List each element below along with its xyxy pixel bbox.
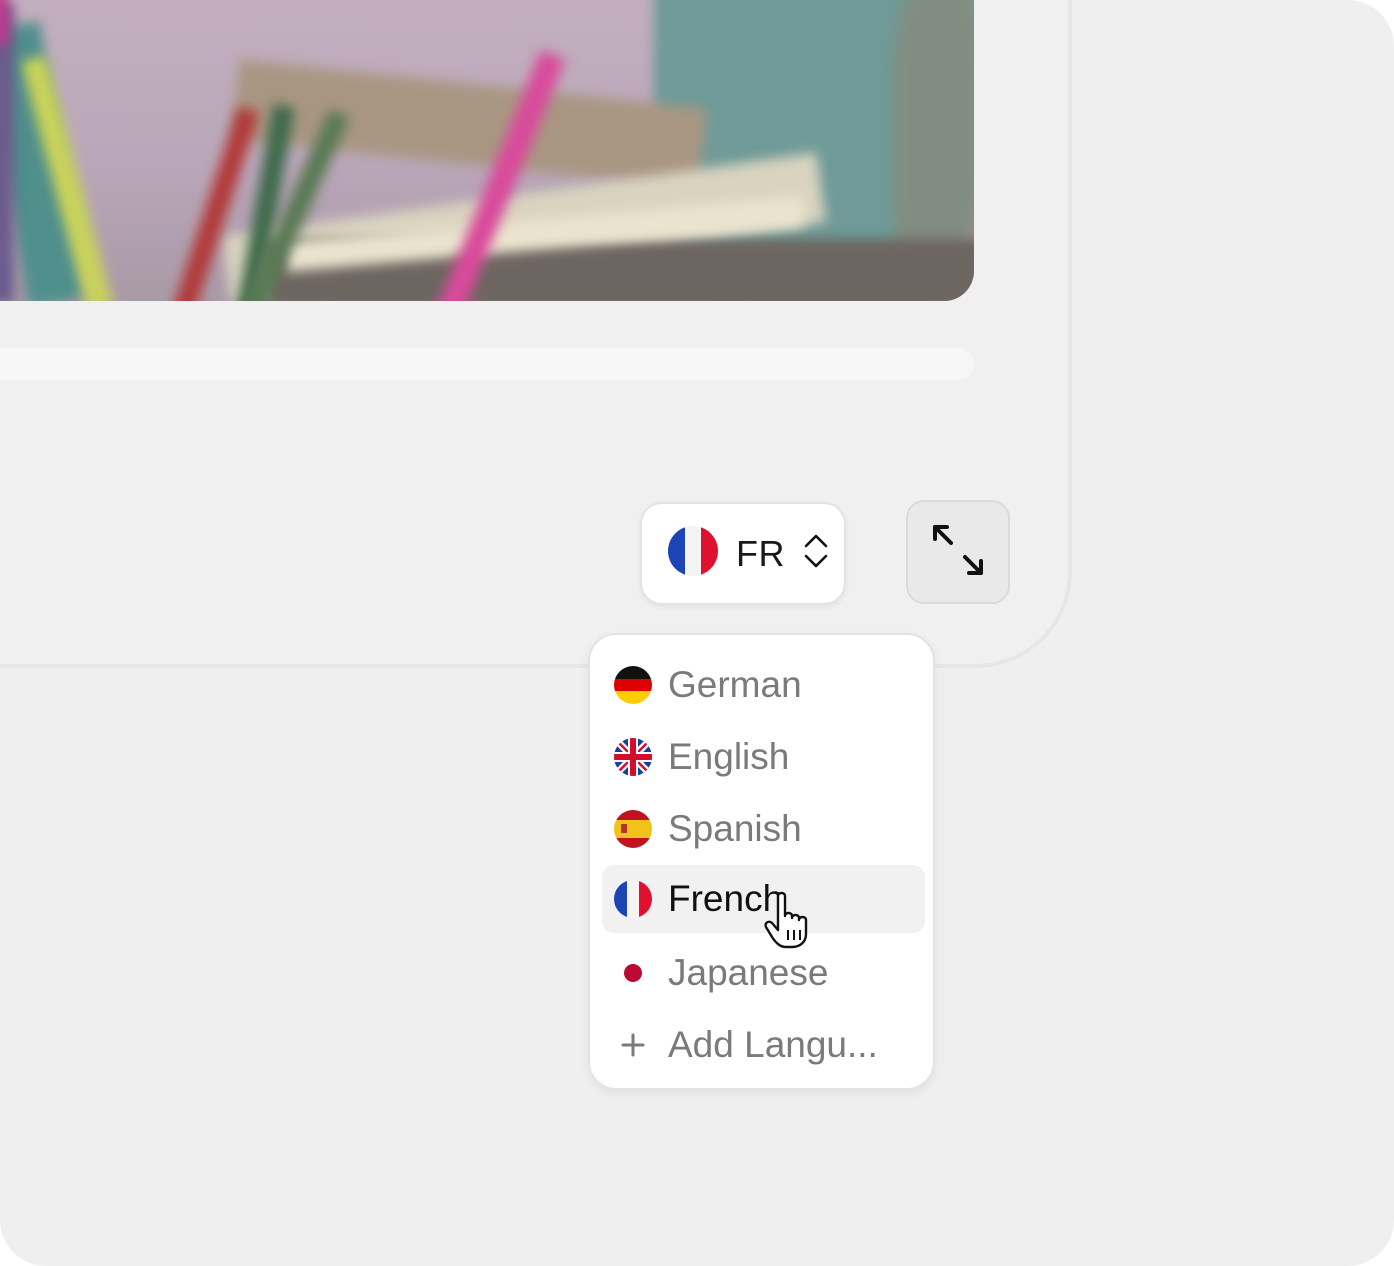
menu-item-english[interactable]: English	[602, 723, 925, 791]
menu-item-label: German	[668, 664, 802, 705]
menu-item-german[interactable]: German	[602, 651, 925, 719]
menu-item-spanish[interactable]: Spanish	[602, 795, 925, 863]
flag-germany-icon	[614, 666, 652, 704]
add-language-item[interactable]: Add Langu...	[602, 1011, 925, 1079]
flag-japan-icon	[614, 954, 652, 992]
flag-france-icon	[614, 880, 652, 918]
language-select-button[interactable]: FR	[640, 502, 846, 605]
app-canvas: FR German English Spanish French Japanes…	[0, 0, 1394, 1266]
menu-item-label: Japanese	[668, 952, 829, 993]
language-dropdown-menu: German English Spanish French Japanese A…	[588, 633, 935, 1090]
video-thumbnail[interactable]	[0, 0, 974, 301]
chevron-up-down-icon	[803, 533, 829, 574]
flag-uk-icon	[614, 738, 652, 776]
flag-france-icon	[668, 526, 718, 581]
plus-icon	[614, 1026, 652, 1064]
menu-item-label: Spanish	[668, 808, 802, 849]
menu-item-label: English	[668, 736, 790, 777]
expand-icon	[930, 522, 986, 583]
language-code: FR	[736, 532, 785, 574]
flag-spain-icon	[614, 810, 652, 848]
progress-track[interactable]	[0, 348, 974, 380]
fullscreen-button[interactable]	[906, 500, 1010, 604]
menu-item-label: Add Langu...	[668, 1024, 878, 1065]
hand-pointer-cursor-icon	[762, 890, 818, 955]
